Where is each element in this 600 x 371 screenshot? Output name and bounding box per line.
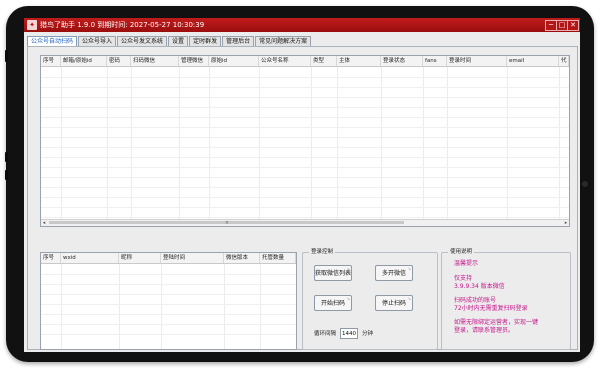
tab-panel: 序号 邮箱/原始id 密码 扫码微信 管理微信 原始id 公众号名称 类型 主体… bbox=[27, 46, 578, 350]
multi-open-wechat-button[interactable]: 多开微信 ↘ bbox=[375, 265, 413, 281]
interval-input[interactable]: 1440 bbox=[340, 328, 358, 339]
multi-open-wechat-label: 多开微信 bbox=[381, 270, 406, 277]
tab-faq[interactable]: 常见问题解决方案 bbox=[255, 36, 312, 46]
tab-publish[interactable]: 公众号发文系统 bbox=[117, 36, 168, 46]
column-header[interactable]: 登录时间 bbox=[447, 56, 507, 66]
button-corner-icon: ↘ bbox=[346, 296, 350, 301]
button-corner-icon: ↘ bbox=[346, 266, 350, 271]
tab-import[interactable]: 公众号导入 bbox=[78, 36, 117, 46]
column-header[interactable]: 邮箱/原始id bbox=[61, 56, 107, 66]
get-wechat-list-label: 获取微信列表 bbox=[315, 270, 352, 277]
window-title: 猎鸟了助手 1.9.0 到期时间: 2027-05-27 10:30:39 bbox=[40, 21, 205, 29]
column-header[interactable]: 主体 bbox=[337, 56, 381, 66]
login-table-body bbox=[41, 264, 296, 349]
column-header[interactable]: 类型 bbox=[311, 56, 337, 66]
column-header[interactable]: 扫码微信 bbox=[131, 56, 179, 66]
column-header[interactable]: 管理微信 bbox=[179, 56, 209, 66]
volume-button bbox=[5, 152, 8, 162]
volume-button bbox=[5, 170, 8, 180]
column-header[interactable]: 序号 bbox=[41, 253, 61, 263]
stop-scan-button[interactable]: 停止扫码 ↘ bbox=[375, 295, 413, 311]
account-table[interactable]: 序号 邮箱/原始id 密码 扫码微信 管理微信 原始id 公众号名称 类型 主体… bbox=[40, 55, 570, 227]
login-control-group: 登录控制 获取微信列表 ↘ 多开微信 ↘ 开始扫码 ↘ 停止扫码 ↘ 循环间隔 … bbox=[302, 248, 438, 350]
login-table-header: 序号 wxid 昵称 登陆时间 微信版本 托管数量 bbox=[41, 253, 296, 264]
horizontal-scrollbar[interactable]: ◂ ⦙⦙⦙ ▸ bbox=[41, 219, 569, 226]
column-header[interactable]: 昵称 bbox=[119, 253, 161, 263]
column-header[interactable]: fans bbox=[423, 56, 447, 66]
tab-auto-scan[interactable]: 公众号自动扫码 bbox=[27, 36, 78, 46]
button-corner-icon: ↘ bbox=[407, 266, 411, 271]
usage-line: 如需无限绑定运营者，实现一键 bbox=[454, 319, 539, 326]
usage-line: 扫码成功的账号 bbox=[454, 297, 497, 304]
column-header[interactable]: 原始id bbox=[209, 56, 259, 66]
close-button[interactable]: ✕ bbox=[567, 20, 579, 31]
usage-line: 登录，请联系管理员。 bbox=[454, 327, 515, 334]
usage-title: 使用说明 bbox=[448, 248, 475, 256]
volume-button bbox=[5, 50, 8, 62]
column-header[interactable]: 序号 bbox=[41, 56, 61, 66]
tab-bar: 公众号自动扫码 公众号导入 公众号发文系统 设置 定时群发 管理后台 常见问题解… bbox=[27, 36, 312, 46]
usage-line: 72小时内无需重复扫码登录 bbox=[454, 305, 528, 312]
usage-line: 3.9.9.34 版本微信 bbox=[454, 283, 505, 290]
scroll-right-arrow[interactable]: ▸ bbox=[563, 220, 569, 226]
interval-unit: 分钟 bbox=[362, 331, 374, 337]
column-header[interactable]: 登录状态 bbox=[381, 56, 423, 66]
title-bar[interactable]: ✦ 猎鸟了助手 1.9.0 到期时间: 2027-05-27 10:30:39 … bbox=[24, 18, 580, 32]
column-header[interactable]: 代 bbox=[559, 56, 569, 66]
usage-line: 仅支持 bbox=[454, 275, 473, 282]
column-header[interactable]: 微信版本 bbox=[224, 253, 260, 263]
account-table-body bbox=[41, 67, 569, 226]
column-header[interactable]: wxid bbox=[61, 253, 119, 263]
app-window: ✦ 猎鸟了助手 1.9.0 到期时间: 2027-05-27 10:30:39 … bbox=[24, 18, 580, 352]
scroll-left-arrow[interactable]: ◂ bbox=[41, 220, 47, 226]
stop-scan-label: 停止扫码 bbox=[381, 300, 406, 307]
tab-admin[interactable]: 管理后台 bbox=[222, 36, 255, 46]
account-table-header: 序号 邮箱/原始id 密码 扫码微信 管理微信 原始id 公众号名称 类型 主体… bbox=[41, 56, 569, 67]
scroll-thumb-grip-icon: ⦙⦙⦙ bbox=[225, 220, 229, 225]
start-scan-button[interactable]: 开始扫码 ↘ bbox=[314, 295, 352, 311]
start-scan-label: 开始扫码 bbox=[320, 300, 345, 307]
usage-line: 温馨提示 bbox=[454, 260, 479, 267]
tab-scheduled[interactable]: 定时群发 bbox=[189, 36, 222, 46]
column-header[interactable]: 托管数量 bbox=[260, 253, 296, 263]
login-table[interactable]: 序号 wxid 昵称 登陆时间 微信版本 托管数量 bbox=[40, 252, 297, 350]
tab-settings[interactable]: 设置 bbox=[168, 36, 189, 46]
usage-group: 使用说明 温馨提示 仅支持 3.9.9.34 版本微信 扫码成功的账号 72小时… bbox=[441, 248, 571, 350]
column-header[interactable]: 公众号名称 bbox=[259, 56, 311, 66]
camera-dot bbox=[582, 181, 588, 187]
interval-label: 循环间隔 bbox=[314, 331, 337, 337]
column-header[interactable]: email bbox=[507, 56, 559, 66]
get-wechat-list-button[interactable]: 获取微信列表 ↘ bbox=[314, 265, 352, 281]
column-header[interactable]: 登陆时间 bbox=[161, 253, 224, 263]
column-header[interactable]: 密码 bbox=[107, 56, 131, 66]
button-corner-icon: ↘ bbox=[407, 296, 411, 301]
app-icon: ✦ bbox=[27, 20, 37, 30]
login-control-title: 登录控制 bbox=[309, 248, 336, 256]
